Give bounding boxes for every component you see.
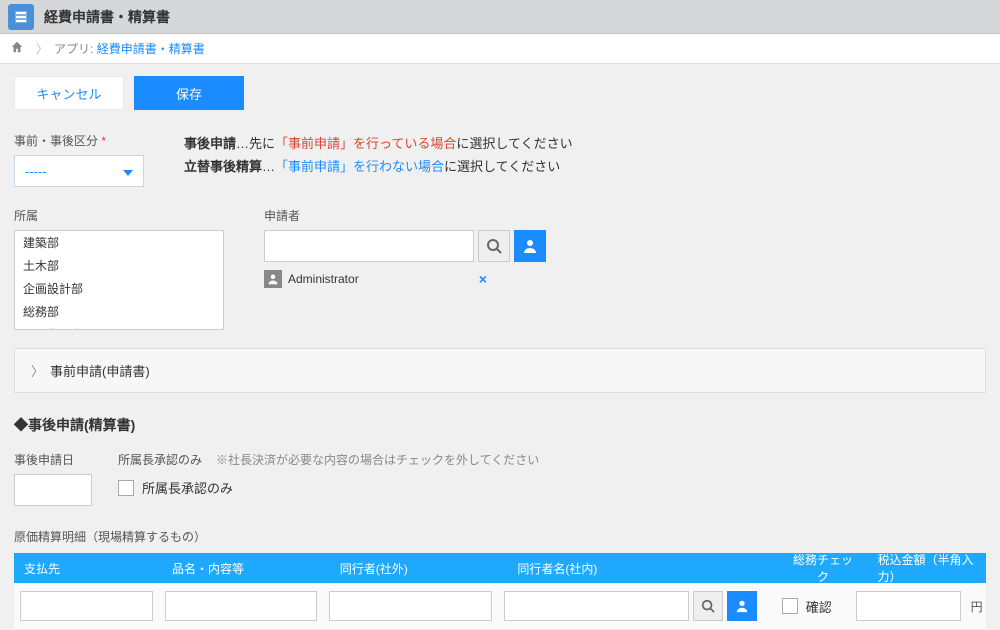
postapp-date-label: 事後申請日 <box>14 451 92 468</box>
list-item[interactable]: 企画設計部 <box>15 277 223 300</box>
org-picker-icon[interactable] <box>514 230 546 262</box>
detail-label: 原価精算明細（現場精算するもの） <box>14 528 986 545</box>
breadcrumb: 〉 アプリ: 経費申請書・精算書 <box>0 34 1000 64</box>
action-buttons: キャンセル 保存 <box>14 76 986 110</box>
category-section: 事前・事後区分 * ----- 事後申請…先に「事前申請」を行っている場合に選択… <box>14 132 986 187</box>
applicant-name: Administrator <box>288 272 359 286</box>
postapp-fields: 事後申請日 所属長承認のみ ※社長決済が必要な内容の場合はチェックを外してくださ… <box>14 451 986 506</box>
cancel-button[interactable]: キャンセル <box>14 76 124 110</box>
chevron-right-icon: 〉 <box>31 361 44 380</box>
app-icon <box>8 4 34 30</box>
applicant-label: 申請者 <box>264 207 546 224</box>
postapp-date-input[interactable] <box>14 474 92 506</box>
app-title: 経費申請書・精算書 <box>44 7 170 27</box>
confirm-label: 確認 <box>806 597 832 616</box>
list-item[interactable]: 工務業務室 <box>15 323 223 330</box>
companion-ext-input[interactable] <box>329 591 491 621</box>
col-payee: 支払先 <box>14 560 162 577</box>
category-help: 事後申請…先に「事前申請」を行っている場合に選択してください 立替事後精算…「事… <box>184 132 573 187</box>
list-item[interactable]: 土木部 <box>15 254 223 277</box>
category-value: ----- <box>25 164 47 179</box>
postapp-heading: ◆事後申請(精算書) <box>14 415 986 435</box>
confirm-checkbox[interactable] <box>782 598 798 614</box>
save-button[interactable]: 保存 <box>134 76 244 110</box>
item-input[interactable] <box>165 591 317 621</box>
remove-icon[interactable]: × <box>479 271 487 287</box>
list-item[interactable]: 総務部 <box>15 300 223 323</box>
approve-checkbox[interactable] <box>118 480 134 496</box>
col-amount: 税込金額（半角入力） <box>868 551 987 585</box>
affiliation-label: 所属 <box>14 207 224 224</box>
col-companion-ext: 同行者(社外) <box>330 560 508 577</box>
search-icon[interactable] <box>478 230 510 262</box>
col-soumu-check: 総務チェック <box>779 551 868 585</box>
payee-input[interactable] <box>20 591 153 621</box>
breadcrumb-label: アプリ: <box>54 40 93 57</box>
chevron-down-icon <box>123 164 133 179</box>
affiliation-applicant: 所属 建築部 土木部 企画設計部 総務部 工務業務室 申請者 <box>14 207 986 330</box>
required-mark: * <box>101 134 106 148</box>
app-header: 経費申請書・精算書 <box>0 0 1000 34</box>
breadcrumb-link[interactable]: 経費申請書・精算書 <box>97 40 205 57</box>
avatar-icon <box>264 270 282 288</box>
list-item[interactable]: 建築部 <box>15 231 223 254</box>
approve-checkbox-label: 所属長承認のみ <box>142 478 233 497</box>
applicant-chip: Administrator × <box>264 270 546 288</box>
category-label: 事前・事後区分 * <box>14 132 144 149</box>
col-companion-int: 同行者名(社内) <box>507 560 778 577</box>
approve-note: ※社長決済が必要な内容の場合はチェックを外してください <box>216 451 539 468</box>
unit-label: 円 <box>967 598 986 615</box>
preapp-title: 事前申請(申請書) <box>50 361 150 380</box>
amount-input[interactable] <box>856 591 960 621</box>
col-item: 品名・内容等 <box>162 560 330 577</box>
category-select[interactable]: ----- <box>14 155 144 187</box>
preapp-group[interactable]: 〉 事前申請(申請書) <box>14 348 986 393</box>
detail-table-header: 支払先 品名・内容等 同行者(社外) 同行者名(社内) 総務チェック 税込金額（… <box>14 553 986 583</box>
home-icon[interactable] <box>10 40 24 57</box>
org-picker-icon[interactable] <box>727 591 757 621</box>
affiliation-listbox[interactable]: 建築部 土木部 企画設計部 総務部 工務業務室 <box>14 230 224 330</box>
search-icon[interactable] <box>693 591 723 621</box>
main-form: キャンセル 保存 事前・事後区分 * ----- 事後申請…先に「事前申請」を行… <box>0 64 1000 630</box>
approve-label: 所属長承認のみ <box>118 451 202 468</box>
applicant-search-input[interactable] <box>264 230 474 262</box>
companion-int-input[interactable] <box>504 591 690 621</box>
breadcrumb-sep: 〉 <box>36 40 48 57</box>
